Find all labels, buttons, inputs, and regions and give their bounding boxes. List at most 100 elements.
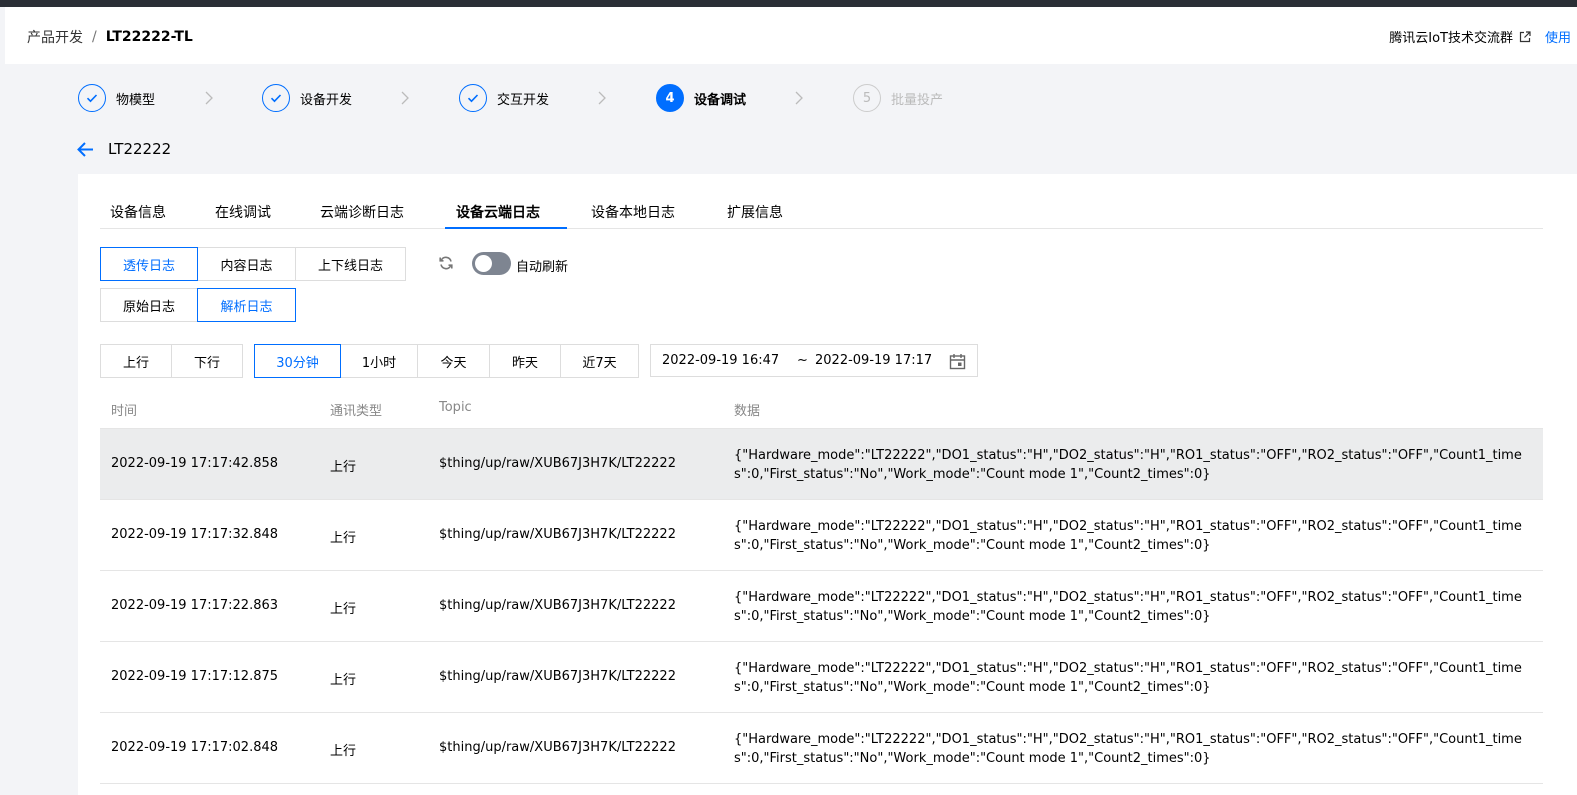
table-row[interactable]: 2022-09-19 17:17:32.848 上行 $thing/up/raw…	[100, 500, 1543, 571]
column-header-topic: Topic	[439, 400, 472, 415]
device-title: LT22222	[108, 140, 172, 158]
step-label: 物模型	[116, 92, 156, 108]
step-check-circle	[459, 84, 487, 112]
header-links: 腾讯云IoT技术交流群 使用	[1389, 27, 1577, 46]
row-data: {"Hardware_mode":"LT22222","DO1_status":…	[734, 590, 1522, 624]
step-device-debug[interactable]: 4 设备调试	[656, 83, 746, 113]
online-offline-log-button[interactable]: 上下线日志	[295, 247, 406, 281]
column-header-type: 通讯类型	[330, 404, 383, 419]
check-icon	[270, 94, 282, 103]
row-data: {"Hardware_mode":"LT22222","DO1_status":…	[734, 661, 1522, 695]
row-type: 上行	[330, 531, 357, 546]
step-progress: 物模型 设备开发 交互开发 4 设备调试 5 批量投产	[78, 83, 1078, 113]
tab-cloud-diagnostic-log[interactable]: 云端诊断日志	[320, 202, 404, 222]
range-1hour-button[interactable]: 1小时	[340, 344, 418, 378]
table-row[interactable]: 2022-09-19 17:17:42.858 上行 $thing/up/raw…	[100, 429, 1543, 500]
column-header-data: 数据	[734, 404, 761, 419]
breadcrumb-current: LT22222-TL	[105, 29, 193, 45]
date-separator: ~	[797, 353, 808, 368]
check-icon	[467, 94, 479, 103]
community-link[interactable]: 腾讯云IoT技术交流群	[1389, 27, 1513, 46]
row-type: 上行	[330, 673, 357, 688]
refresh-icon[interactable]	[438, 255, 454, 271]
usage-link[interactable]: 使用	[1545, 27, 1577, 46]
auto-refresh-toggle[interactable]	[472, 252, 511, 275]
table-row[interactable]: 2022-09-19 17:17:12.875 上行 $thing/up/raw…	[100, 642, 1543, 713]
row-type: 上行	[330, 460, 357, 475]
downlink-button[interactable]: 下行	[171, 344, 243, 378]
content-log-button[interactable]: 内容日志	[197, 247, 296, 281]
step-label: 批量投产	[891, 92, 944, 108]
toggle-knob	[475, 255, 492, 272]
range-today-button[interactable]: 今天	[417, 344, 490, 378]
tab-device-local-log[interactable]: 设备本地日志	[591, 202, 675, 222]
external-link-icon[interactable]	[1519, 30, 1531, 43]
step-check-circle	[78, 84, 106, 112]
row-time: 2022-09-19 17:17:12.875	[111, 669, 279, 684]
top-bar	[0, 0, 1577, 7]
chevron-right-icon	[401, 91, 409, 105]
row-time: 2022-09-19 17:17:32.848	[111, 527, 279, 542]
arrow-left-icon[interactable]	[77, 141, 94, 158]
row-time: 2022-09-19 17:17:22.863	[111, 598, 279, 613]
step-number-circle: 4	[656, 84, 684, 112]
calendar-icon[interactable]	[949, 353, 966, 370]
row-type: 上行	[330, 602, 357, 617]
row-time: 2022-09-19 17:17:02.848	[111, 740, 279, 755]
row-topic: $thing/up/raw/XUB67J3H7K/LT22222	[439, 740, 676, 755]
direction-group: 上行 下行	[100, 344, 243, 378]
date-range-picker[interactable]: 2022-09-19 16:47 ~ 2022-09-19 17:17	[650, 344, 978, 377]
step-interaction-dev[interactable]: 交互开发	[459, 83, 549, 113]
tab-online-debug[interactable]: 在线调试	[215, 202, 271, 222]
step-label: 设备调试	[694, 92, 747, 108]
step-thing-model[interactable]: 物模型	[78, 83, 155, 113]
main-panel: 设备信息 在线调试 云端诊断日志 设备云端日志 设备本地日志 扩展信息 透传日志…	[78, 174, 1577, 795]
chevron-right-icon	[205, 91, 213, 105]
step-device-dev[interactable]: 设备开发	[262, 83, 352, 113]
row-type: 上行	[330, 744, 357, 759]
tab-device-cloud-log[interactable]: 设备云端日志	[456, 202, 540, 222]
row-data: {"Hardware_mode":"LT22222","DO1_status":…	[734, 519, 1522, 553]
row-data: {"Hardware_mode":"LT22222","DO1_status":…	[734, 448, 1522, 482]
breadcrumb-parent-link[interactable]: 产品开发	[27, 27, 83, 47]
row-data: {"Hardware_mode":"LT22222","DO1_status":…	[734, 732, 1522, 766]
range-yesterday-button[interactable]: 昨天	[489, 344, 561, 378]
step-mass-production: 5 批量投产	[853, 83, 943, 113]
log-table: 时间 通讯类型 Topic 数据 2022-09-19 17:17:42.858…	[100, 394, 1543, 784]
passthrough-log-button[interactable]: 透传日志	[100, 247, 198, 281]
breadcrumb: 产品开发 / LT22222-TL	[27, 27, 193, 47]
time-range-group: 30分钟 1小时 今天 昨天 近7天	[254, 344, 639, 378]
chevron-right-icon	[795, 91, 803, 105]
active-tab-indicator	[445, 227, 567, 229]
raw-log-button[interactable]: 原始日志	[100, 288, 198, 322]
tab-bar: 设备信息 在线调试 云端诊断日志 设备云端日志 设备本地日志 扩展信息	[100, 194, 1543, 229]
row-topic: $thing/up/raw/XUB67J3H7K/LT22222	[439, 527, 676, 542]
step-number-circle: 5	[853, 84, 881, 112]
range-7days-button[interactable]: 近7天	[560, 344, 639, 378]
row-time: 2022-09-19 17:17:42.858	[111, 456, 279, 471]
log-type-group: 透传日志 内容日志 上下线日志	[100, 247, 406, 281]
row-topic: $thing/up/raw/XUB67J3H7K/LT22222	[439, 456, 676, 471]
check-icon	[86, 94, 98, 103]
row-topic: $thing/up/raw/XUB67J3H7K/LT22222	[439, 598, 676, 613]
auto-refresh-label: 自动刷新	[516, 260, 569, 275]
tab-extension-info[interactable]: 扩展信息	[727, 202, 783, 222]
table-row[interactable]: 2022-09-19 17:17:02.848 上行 $thing/up/raw…	[100, 713, 1543, 784]
step-check-circle	[262, 84, 290, 112]
table-header: 时间 通讯类型 Topic 数据	[100, 394, 1543, 429]
step-label: 设备开发	[300, 92, 353, 108]
chevron-right-icon	[598, 91, 606, 105]
column-header-time: 时间	[111, 404, 138, 419]
tab-device-info[interactable]: 设备信息	[110, 202, 166, 222]
table-row[interactable]: 2022-09-19 17:17:22.863 上行 $thing/up/raw…	[100, 571, 1543, 642]
page-header: 产品开发 / LT22222-TL 腾讯云IoT技术交流群 使用	[5, 7, 1577, 64]
device-header: LT22222	[77, 140, 171, 158]
breadcrumb-separator: /	[92, 29, 97, 45]
uplink-button[interactable]: 上行	[100, 344, 172, 378]
row-topic: $thing/up/raw/XUB67J3H7K/LT22222	[439, 669, 676, 684]
range-30min-button[interactable]: 30分钟	[254, 344, 341, 378]
date-start: 2022-09-19 16:47	[662, 353, 780, 368]
parsed-log-button[interactable]: 解析日志	[197, 288, 296, 322]
log-format-group: 原始日志 解析日志	[100, 288, 296, 322]
step-label: 交互开发	[497, 92, 550, 108]
